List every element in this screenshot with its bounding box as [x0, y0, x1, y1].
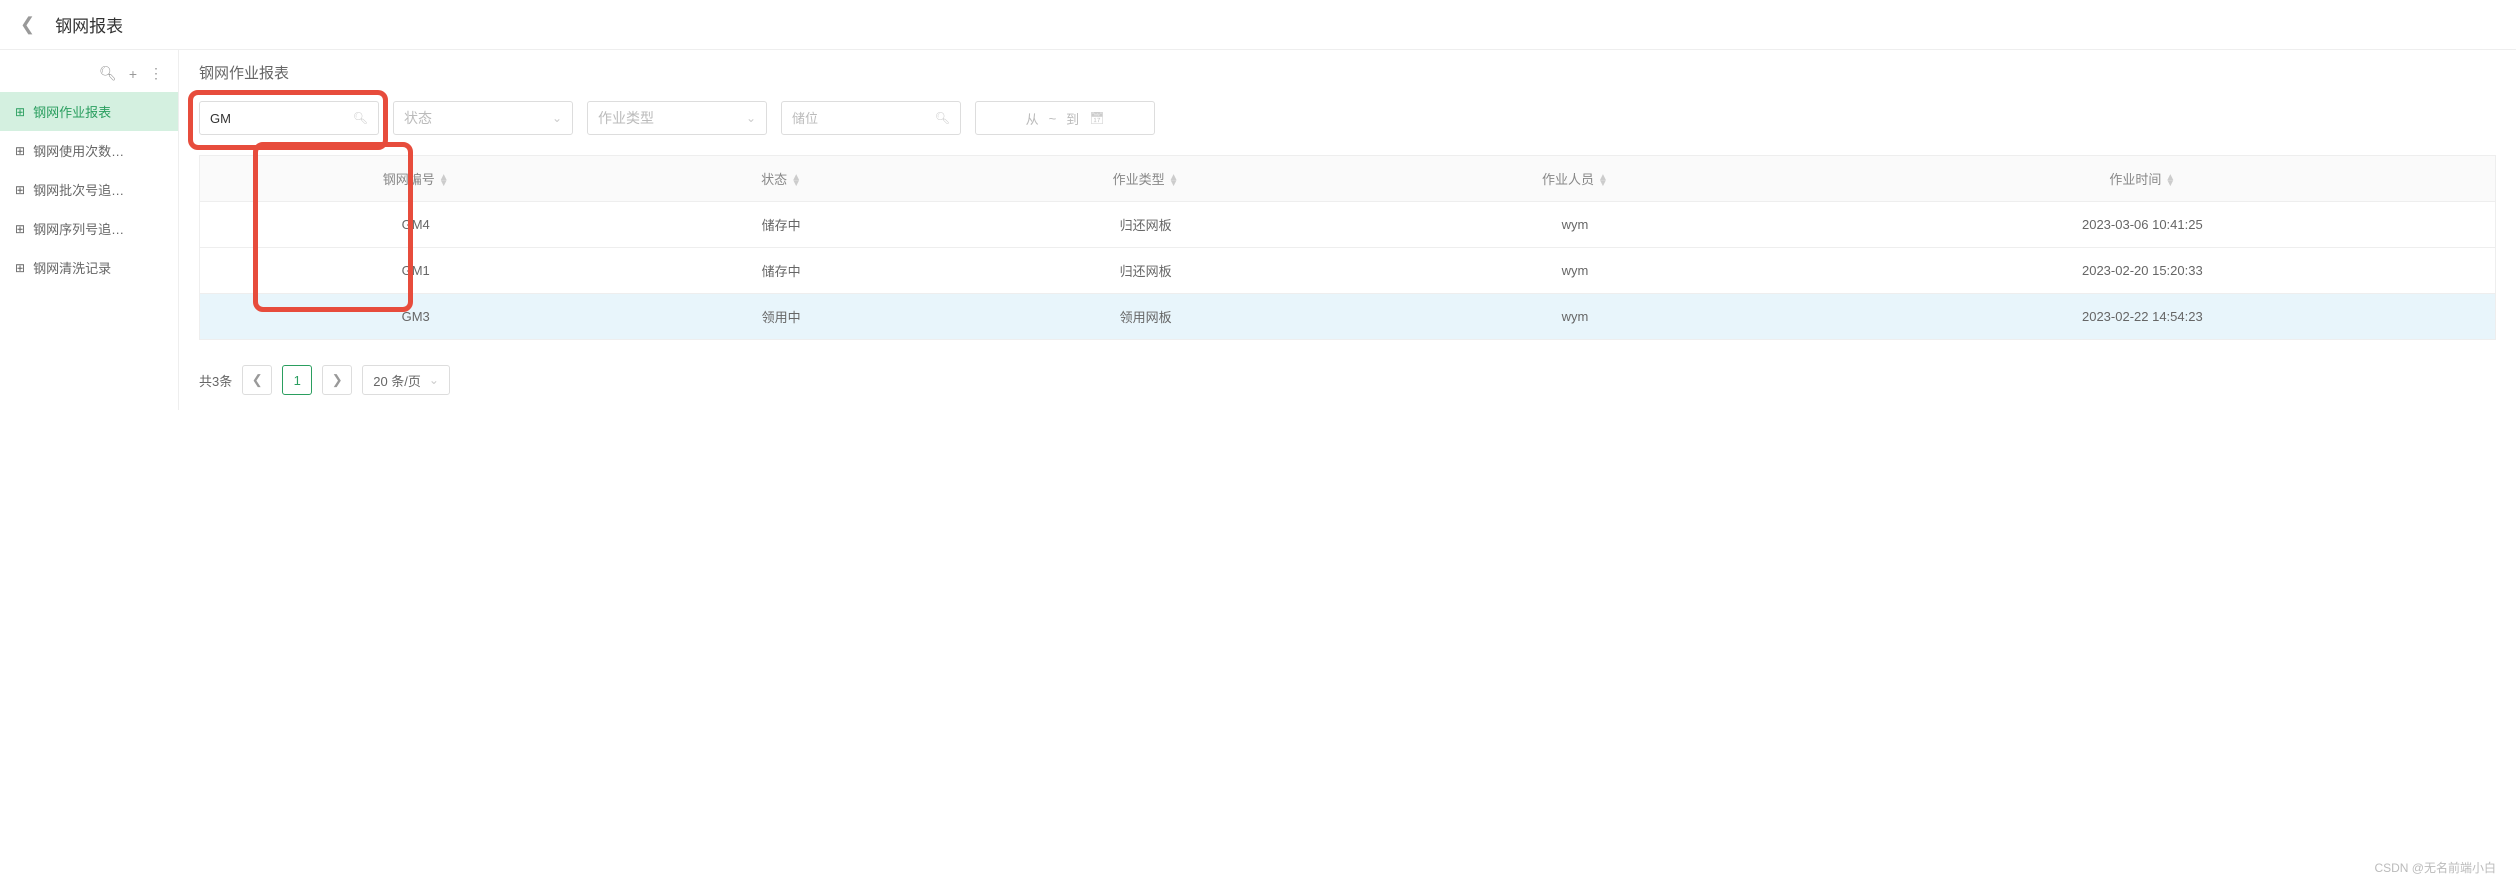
cell-id: GM4	[200, 202, 632, 248]
sidebar-item-label: 钢网使用次数…	[33, 141, 124, 160]
cell-id: GM1	[200, 248, 632, 294]
sidebar-item-4[interactable]: ⊞ 钢网清洗记录	[0, 248, 178, 287]
chevron-down-icon: ⌄	[552, 111, 562, 125]
type-select[interactable]: 作业类型 ⌄	[587, 101, 767, 135]
chart-icon: ⊞	[15, 261, 25, 275]
calendar-icon: 📅︎	[1089, 111, 1104, 125]
search-icon[interactable]: 🔍︎	[935, 111, 950, 125]
cell-status: 储存中	[631, 202, 930, 248]
cell-user: wym	[1360, 202, 1789, 248]
cell-status: 储存中	[631, 248, 930, 294]
sort-icon: ▲▼	[1598, 175, 1608, 187]
search-icon[interactable]: 🔍︎	[353, 111, 368, 125]
search-input-group: 🔍︎	[199, 101, 379, 135]
cell-user: wym	[1360, 248, 1789, 294]
sort-icon: ▲▼	[791, 175, 801, 187]
location-input-group: 🔍︎	[781, 101, 961, 135]
cell-type: 归还网板	[931, 248, 1360, 294]
content-title: 钢网作业报表	[189, 50, 2506, 91]
page-title: 钢网报表	[55, 12, 123, 37]
sidebar: 🔍︎ + ⋮ ⊞ 钢网作业报表 ⊞ 钢网使用次数… ⊞ 钢网批次号追… ⊞ 钢网序列号追… ⊞ 钢…	[0, 50, 178, 410]
sidebar-item-2[interactable]: ⊞ 钢网批次号追…	[0, 170, 178, 209]
table-wrapper: 钢网编号▲▼状态▲▼作业类型▲▼作业人员▲▼作业时间▲▼ GM4储存中归还网板w…	[189, 145, 2506, 350]
sidebar-tools: 🔍︎ + ⋮	[0, 65, 178, 92]
cell-id: GM3	[200, 294, 632, 340]
back-button[interactable]: ❮	[20, 14, 35, 35]
table-row[interactable]: GM3领用中领用网板wym2023-02-22 14:54:23	[200, 294, 2496, 340]
table-row[interactable]: GM4储存中归还网板wym2023-03-06 10:41:25	[200, 202, 2496, 248]
cell-type: 领用网板	[931, 294, 1360, 340]
data-table: 钢网编号▲▼状态▲▼作业类型▲▼作业人员▲▼作业时间▲▼ GM4储存中归还网板w…	[199, 155, 2496, 340]
date-to-label: 到	[1066, 109, 1079, 128]
sidebar-item-1[interactable]: ⊞ 钢网使用次数…	[0, 131, 178, 170]
prev-page-button[interactable]: ❮	[242, 365, 272, 395]
chart-icon: ⊞	[15, 105, 25, 119]
page-number-button[interactable]: 1	[282, 365, 312, 395]
column-header[interactable]: 作业类型▲▼	[931, 156, 1360, 202]
status-placeholder: 状态	[404, 108, 432, 128]
search-icon[interactable]: 🔍︎	[99, 65, 117, 82]
chart-icon: ⊞	[15, 144, 25, 158]
table-row[interactable]: GM1储存中归还网板wym2023-02-20 15:20:33	[200, 248, 2496, 294]
location-input[interactable]	[792, 111, 935, 126]
filter-bar: 🔍︎ 状态 ⌄ 作业类型 ⌄ 🔍︎ 从 ~ 到 📅︎	[189, 91, 2506, 145]
add-icon[interactable]: +	[129, 66, 137, 82]
next-page-button[interactable]: ❯	[322, 365, 352, 395]
cell-status: 领用中	[631, 294, 930, 340]
column-header[interactable]: 作业人员▲▼	[1360, 156, 1789, 202]
sidebar-item-label: 钢网批次号追…	[33, 180, 124, 199]
status-select[interactable]: 状态 ⌄	[393, 101, 573, 135]
chart-icon: ⊞	[15, 183, 25, 197]
column-header[interactable]: 钢网编号▲▼	[200, 156, 632, 202]
column-header[interactable]: 作业时间▲▼	[1790, 156, 2496, 202]
type-placeholder: 作业类型	[598, 108, 654, 128]
cell-type: 归还网板	[931, 202, 1360, 248]
cell-time: 2023-02-20 15:20:33	[1790, 248, 2496, 294]
chart-icon: ⊞	[15, 222, 25, 236]
chevron-down-icon: ⌄	[429, 373, 439, 387]
main-content: 钢网作业报表 🔍︎ 状态 ⌄ 作业类型 ⌄ 🔍︎ 从 ~	[178, 50, 2516, 410]
cell-time: 2023-02-22 14:54:23	[1790, 294, 2496, 340]
sort-icon: ▲▼	[2165, 175, 2175, 187]
total-count: 共3条	[199, 371, 232, 390]
sort-icon: ▲▼	[1169, 175, 1179, 187]
sidebar-item-label: 钢网作业报表	[33, 102, 111, 121]
cell-user: wym	[1360, 294, 1789, 340]
date-range-picker[interactable]: 从 ~ 到 📅︎	[975, 101, 1155, 135]
watermark: CSDN @无名前端小白	[2374, 859, 2496, 876]
page-size-select[interactable]: 20 条/页 ⌄	[362, 365, 450, 395]
more-icon[interactable]: ⋮	[149, 65, 163, 82]
sidebar-item-label: 钢网清洗记录	[33, 258, 111, 277]
date-from-label: 从	[1026, 109, 1039, 128]
cell-time: 2023-03-06 10:41:25	[1790, 202, 2496, 248]
search-input[interactable]	[210, 111, 353, 126]
pagination: 共3条 ❮ 1 ❯ 20 条/页 ⌄	[189, 350, 2506, 410]
page-header: ❮ 钢网报表	[0, 0, 2516, 50]
sidebar-item-3[interactable]: ⊞ 钢网序列号追…	[0, 209, 178, 248]
sidebar-item-label: 钢网序列号追…	[33, 219, 124, 238]
chevron-down-icon: ⌄	[746, 111, 756, 125]
column-header[interactable]: 状态▲▼	[631, 156, 930, 202]
sort-icon: ▲▼	[439, 175, 449, 187]
page-size-label: 20 条/页	[373, 371, 421, 390]
sidebar-item-0[interactable]: ⊞ 钢网作业报表	[0, 92, 178, 131]
date-sep: ~	[1049, 111, 1057, 126]
